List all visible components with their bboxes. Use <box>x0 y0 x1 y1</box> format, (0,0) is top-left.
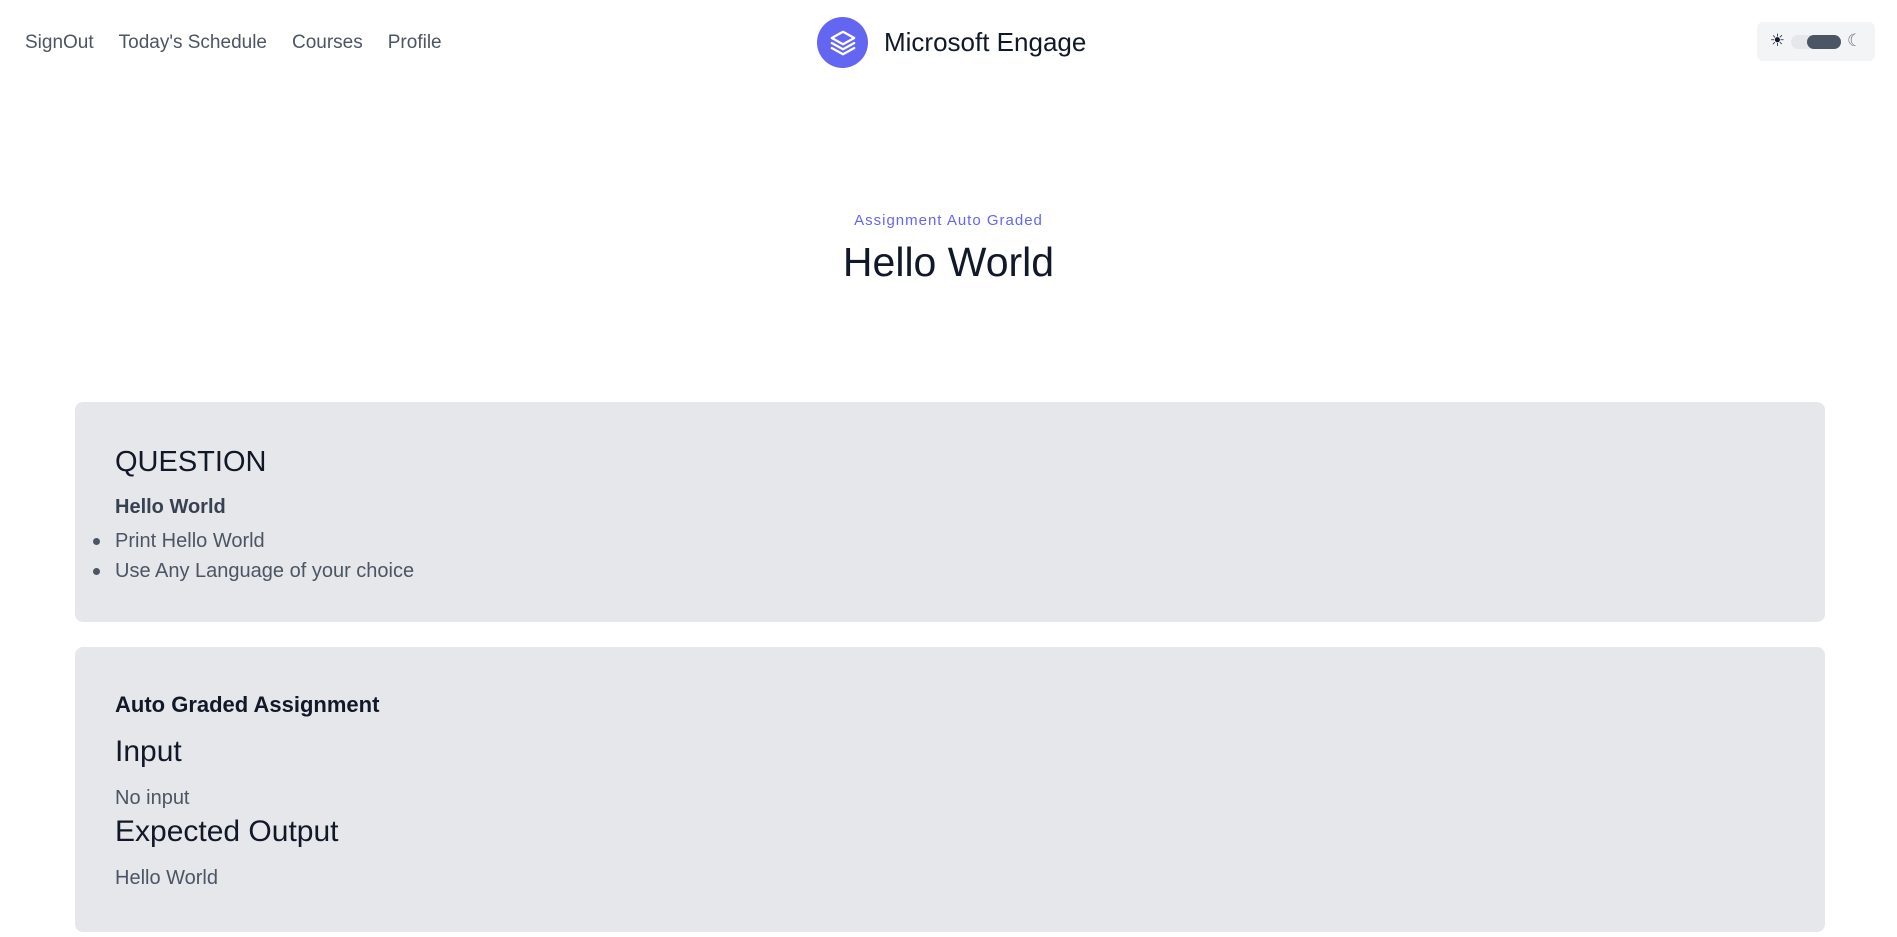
question-card: QUESTION Hello World Print Hello World U… <box>75 402 1825 622</box>
page-header: Assignment Auto Graded Hello World <box>0 212 1897 286</box>
nav-courses-link[interactable]: Courses <box>292 30 363 56</box>
theme-toggle[interactable]: ☀ ☾ <box>1757 22 1875 61</box>
sun-icon: ☀ <box>1769 31 1785 51</box>
auto-graded-heading: Auto Graded Assignment <box>115 692 380 717</box>
moon-icon: ☾ <box>1847 31 1863 51</box>
question-subtitle: Hello World <box>115 496 226 518</box>
list-item: Print Hello World <box>92 526 414 556</box>
layers-icon <box>817 17 868 68</box>
top-navbar: SignOut Today's Schedule Courses Profile… <box>0 0 1897 86</box>
nav-todays-schedule-link[interactable]: Today's Schedule <box>119 30 267 56</box>
expected-output-value: Hello World <box>115 867 218 889</box>
nav-profile-link[interactable]: Profile <box>388 30 442 56</box>
main-nav: SignOut Today's Schedule Courses Profile <box>25 30 467 56</box>
assignment-type-label: Assignment Auto Graded <box>854 212 1043 229</box>
question-heading: QUESTION <box>115 446 267 478</box>
list-item: Use Any Language of your choice <box>92 556 414 586</box>
input-label: Input <box>115 735 182 768</box>
expected-output-label: Expected Output <box>115 815 339 848</box>
brand[interactable]: Microsoft Engage <box>817 17 1086 68</box>
question-list: Print Hello World Use Any Language of yo… <box>92 526 414 586</box>
theme-switch-track[interactable] <box>1791 34 1841 49</box>
auto-graded-card: Auto Graded Assignment Input No input Ex… <box>75 647 1825 932</box>
theme-switch-knob <box>1807 34 1841 49</box>
input-value: No input <box>115 787 190 809</box>
page-title: Hello World <box>842 239 1055 285</box>
brand-name: Microsoft Engage <box>884 27 1087 57</box>
nav-signout-link[interactable]: SignOut <box>25 30 94 56</box>
